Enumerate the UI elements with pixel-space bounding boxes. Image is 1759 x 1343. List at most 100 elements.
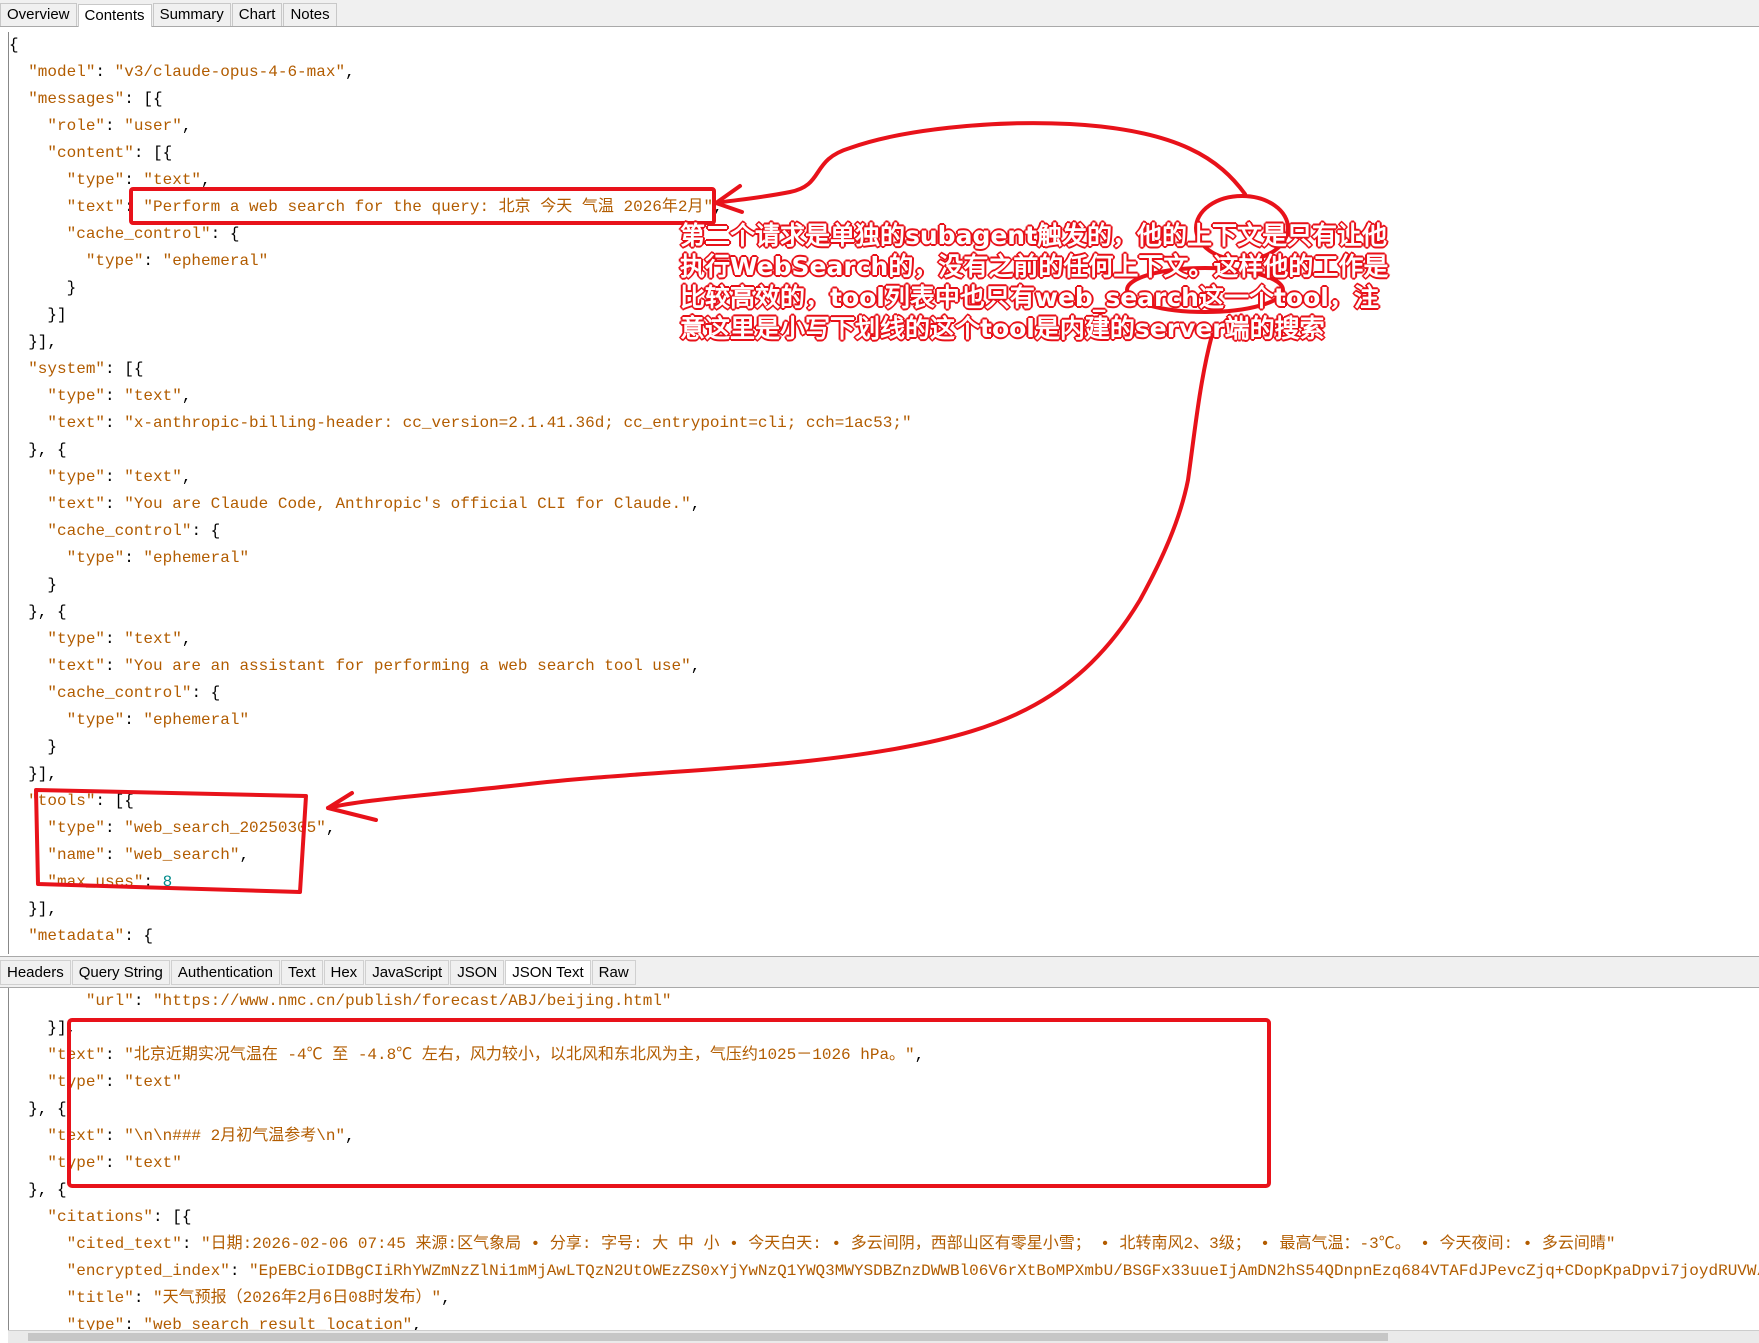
- json-line: "cache_control": {: [9, 221, 1759, 248]
- tab-headers[interactable]: Headers: [0, 959, 71, 985]
- json-punct: [9, 630, 47, 648]
- json-string: "web_search": [124, 846, 240, 864]
- tab-summary[interactable]: Summary: [152, 3, 231, 26]
- json-line: "type": "text": [9, 1069, 1759, 1096]
- json-string: "text": [124, 387, 182, 405]
- top-tab-bar: Overview Contents Summary Chart Notes: [0, 0, 1759, 27]
- json-line: }],: [9, 761, 1759, 788]
- tab-hex[interactable]: Hex: [323, 959, 365, 985]
- json-punct: ,: [201, 171, 211, 189]
- tab-text[interactable]: Text: [280, 959, 323, 985]
- json-line: "text": "\n\n### 2月初气温参考\n",: [9, 1123, 1759, 1150]
- json-punct: ,: [181, 387, 192, 405]
- tab-authentication[interactable]: Authentication: [170, 959, 280, 985]
- json-punct: :: [124, 198, 144, 216]
- json-punct: :: [105, 1127, 125, 1145]
- tab-chart[interactable]: Chart: [231, 3, 283, 26]
- json-punct: }: [9, 738, 58, 756]
- request-json-pane[interactable]: { "model": "v3/claude-opus-4-6-max", "me…: [8, 32, 1759, 954]
- json-line: "encrypted_index": "EpEBCioIDBgCIiRhYWZm…: [9, 1258, 1759, 1285]
- tab-json-text[interactable]: JSON Text: [505, 959, 591, 985]
- json-punct: :: [95, 63, 115, 81]
- tab-contents[interactable]: Contents: [77, 4, 152, 27]
- json-line: }],: [9, 896, 1759, 923]
- json-punct: :: [133, 992, 154, 1010]
- json-line: }, {: [9, 1096, 1759, 1123]
- json-key: "type": [66, 171, 125, 189]
- tab-notes[interactable]: Notes: [283, 3, 337, 26]
- json-key: "type": [66, 1316, 125, 1331]
- json-line: "type": "text",: [9, 383, 1759, 410]
- json-punct: ,: [345, 1127, 355, 1145]
- json-punct: :: [124, 711, 144, 729]
- json-punct: [9, 117, 47, 135]
- json-punct: : {: [191, 522, 221, 540]
- json-line: "role": "user",: [9, 113, 1759, 140]
- json-punct: :: [124, 1316, 144, 1331]
- json-punct: [9, 387, 47, 405]
- tab-json[interactable]: JSON: [450, 959, 505, 985]
- inspector-tab-bar: Headers Query String Authentication Text Hex…: [0, 956, 1759, 988]
- json-key: "title": [66, 1289, 134, 1307]
- tab-overview[interactable]: Overview: [0, 3, 77, 26]
- json-punct: :: [229, 1262, 250, 1280]
- json-key: "type": [47, 387, 106, 405]
- json-key: "messages": [28, 90, 125, 108]
- tab-raw[interactable]: Raw: [591, 959, 636, 985]
- json-string: "ephemeral": [143, 549, 250, 567]
- json-key: "name": [47, 846, 106, 864]
- json-key: "cited_text": [66, 1235, 182, 1253]
- json-line: "title": "天气预报（2026年2月6日08时发布）",: [9, 1285, 1759, 1312]
- tab-query-string[interactable]: Query String: [71, 959, 170, 985]
- json-line: }, {: [9, 437, 1759, 464]
- response-json-pane[interactable]: "url": "https://www.nmc.cn/publish/forec…: [8, 988, 1759, 1331]
- json-line: "cache_control": {: [9, 518, 1759, 545]
- json-key: "type": [47, 1154, 106, 1172]
- json-punct: ,: [690, 495, 701, 513]
- json-punct: ,: [239, 846, 250, 864]
- scrollbar-thumb[interactable]: [28, 1333, 1388, 1341]
- json-punct: ,: [412, 1316, 422, 1331]
- json-line: "text": "You are an assistant for perfor…: [9, 653, 1759, 680]
- json-punct: : {: [210, 225, 240, 243]
- json-string: "北京近期实况气温在 -4℃ 至 -4.8℃ 左右，风力较小，以北风和东北风为主…: [124, 1046, 915, 1064]
- json-key: "model": [28, 63, 96, 81]
- json-string: "You are Claude Code, Anthropic's offici…: [124, 495, 691, 513]
- json-line: }: [9, 734, 1759, 761]
- json-key: "text": [47, 657, 106, 675]
- json-string: "https://www.nmc.cn/publish/forecast/ABJ…: [153, 992, 672, 1010]
- json-key: "content": [47, 144, 134, 162]
- json-punct: :: [105, 468, 125, 486]
- json-key: "text": [47, 495, 106, 513]
- tab-javascript[interactable]: JavaScript: [365, 959, 450, 985]
- json-punct: }: [9, 279, 77, 297]
- json-punct: [9, 1154, 47, 1172]
- json-string: "You are an assistant for performing a w…: [124, 657, 691, 675]
- json-string: "text": [124, 468, 182, 486]
- json-punct: ,: [345, 63, 355, 81]
- json-key: "type": [47, 1073, 106, 1091]
- json-key: "cache_control": [47, 522, 192, 540]
- json-line: }: [9, 572, 1759, 599]
- horizontal-scrollbar[interactable]: [8, 1330, 1759, 1343]
- json-punct: [9, 1046, 47, 1064]
- json-punct: : [{: [105, 360, 144, 378]
- json-key: "type": [66, 711, 125, 729]
- json-punct: [9, 1262, 67, 1280]
- json-line: "type": "ephemeral": [9, 248, 1759, 275]
- json-punct: : [{: [133, 144, 173, 162]
- json-line: "type": "text",: [9, 464, 1759, 491]
- json-line: "text": "Perform a web search for the qu…: [9, 194, 1759, 221]
- json-punct: ,: [325, 819, 336, 837]
- json-key: "text": [47, 414, 106, 432]
- json-punct: {: [9, 36, 19, 54]
- json-punct: :: [105, 387, 125, 405]
- json-punct: }],: [9, 765, 58, 783]
- json-line: "type": "text",: [9, 167, 1759, 194]
- json-key: "type": [47, 630, 106, 648]
- json-number: 8: [162, 873, 173, 891]
- json-punct: [9, 414, 47, 432]
- json-line: "messages": [{: [9, 86, 1759, 113]
- json-key: "encrypted_index": [66, 1262, 230, 1280]
- json-line: }]: [9, 302, 1759, 329]
